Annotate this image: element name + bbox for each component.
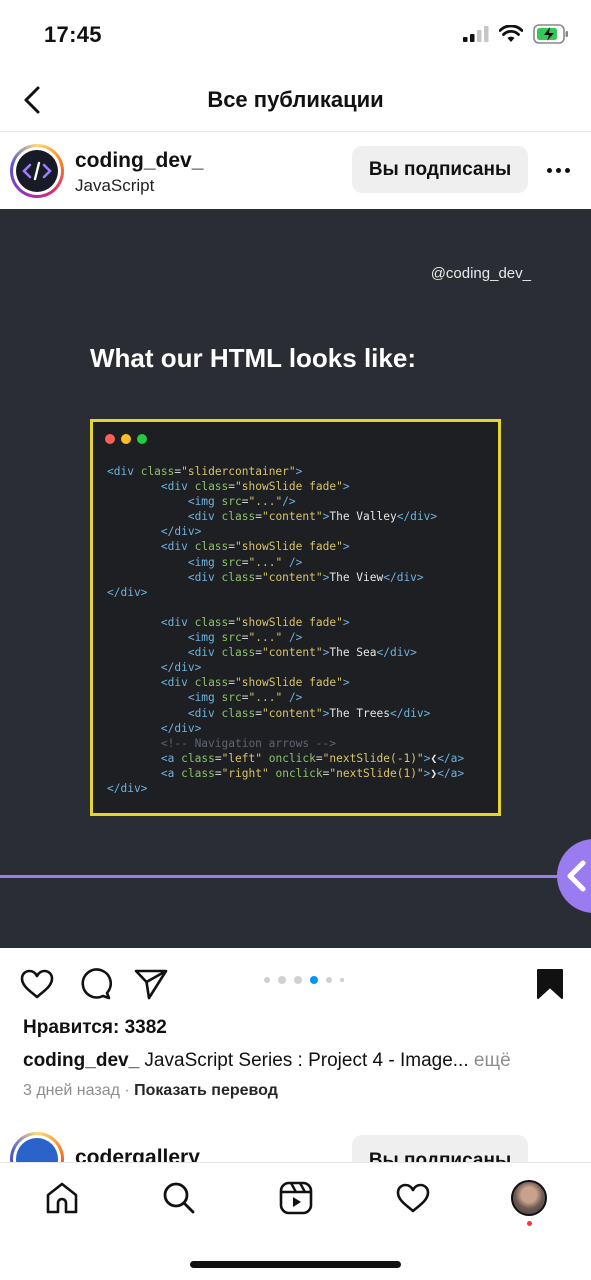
image-watermark: @coding_dev_ <box>430 265 531 282</box>
share-icon <box>134 969 168 1000</box>
status-time: 17:45 <box>44 22 102 47</box>
avatar[interactable] <box>10 144 64 198</box>
tab-activity[interactable] <box>393 1178 433 1218</box>
comment-button[interactable] <box>77 966 113 1002</box>
home-indicator[interactable] <box>190 1261 401 1268</box>
comment-icon <box>81 968 112 1000</box>
post-meta: 3 дней назад · Показать перевод <box>23 1082 278 1099</box>
tab-profile[interactable] <box>509 1178 549 1218</box>
code-window: <div class="slidercontainer"> <div class… <box>90 419 501 816</box>
caption-more-link[interactable]: ещё <box>474 1050 511 1071</box>
page-title: Все публикации <box>207 87 384 112</box>
next-following-button[interactable]: Вы подписаны <box>352 1135 528 1162</box>
wifi-icon <box>499 25 523 42</box>
share-button[interactable] <box>133 966 169 1002</box>
code-snippet: <div class="slidercontainer"> <div class… <box>107 465 465 795</box>
post-time: 3 дней назад <box>23 1082 120 1099</box>
show-translation-link[interactable]: Показать перевод <box>134 1082 278 1099</box>
post-image[interactable]: @coding_dev_ What our HTML looks like: <… <box>0 209 591 948</box>
battery-icon <box>533 24 568 44</box>
status-bar: 17:45 <box>0 0 591 70</box>
slide-arrow <box>557 839 591 913</box>
more-icon <box>546 167 552 173</box>
likes-count[interactable]: Нравится: 3382 <box>23 1017 167 1039</box>
post-header: coding_dev_ JavaScript Вы подписаны <box>0 133 591 209</box>
signal-icon <box>463 26 489 42</box>
like-button[interactable] <box>19 966 55 1002</box>
image-heading: What our HTML looks like: <box>90 343 416 373</box>
post-actions <box>0 948 591 1016</box>
tab-reels[interactable] <box>276 1178 316 1218</box>
caption-username[interactable]: coding_dev_ <box>23 1050 139 1071</box>
more-options-button[interactable] <box>541 156 575 184</box>
following-button[interactable]: Вы подписаны <box>352 146 528 193</box>
nav-header: Все публикации <box>0 70 591 132</box>
post-username[interactable]: coding_dev_ <box>75 149 203 173</box>
next-post-username[interactable]: codergallery <box>75 1146 200 1162</box>
next-post-avatar[interactable] <box>10 1132 64 1162</box>
tab-home[interactable] <box>42 1178 82 1218</box>
profile-avatar <box>511 1180 547 1216</box>
decorative-line <box>0 875 570 878</box>
heart-icon <box>20 969 54 999</box>
caption-text: JavaScript Series : Project 4 - Image... <box>139 1050 474 1071</box>
post-caption[interactable]: coding_dev_ JavaScript Series : Project … <box>23 1050 573 1072</box>
save-button[interactable] <box>532 966 568 1002</box>
code-logo-icon <box>22 161 52 181</box>
status-icons <box>463 24 569 44</box>
notification-dot <box>527 1221 532 1226</box>
post-subtitle[interactable]: JavaScript <box>75 176 154 196</box>
next-post-header: codergallery Вы подписаны <box>0 1128 591 1162</box>
carousel-indicator <box>264 976 344 984</box>
window-dots <box>105 434 147 444</box>
activity-icon <box>396 1183 430 1213</box>
bookmark-icon <box>537 969 563 999</box>
search-icon <box>163 1182 195 1214</box>
tab-search[interactable] <box>159 1178 199 1218</box>
reels-icon <box>279 1181 313 1215</box>
chevron-left-icon <box>567 860 586 892</box>
home-icon <box>46 1182 78 1214</box>
